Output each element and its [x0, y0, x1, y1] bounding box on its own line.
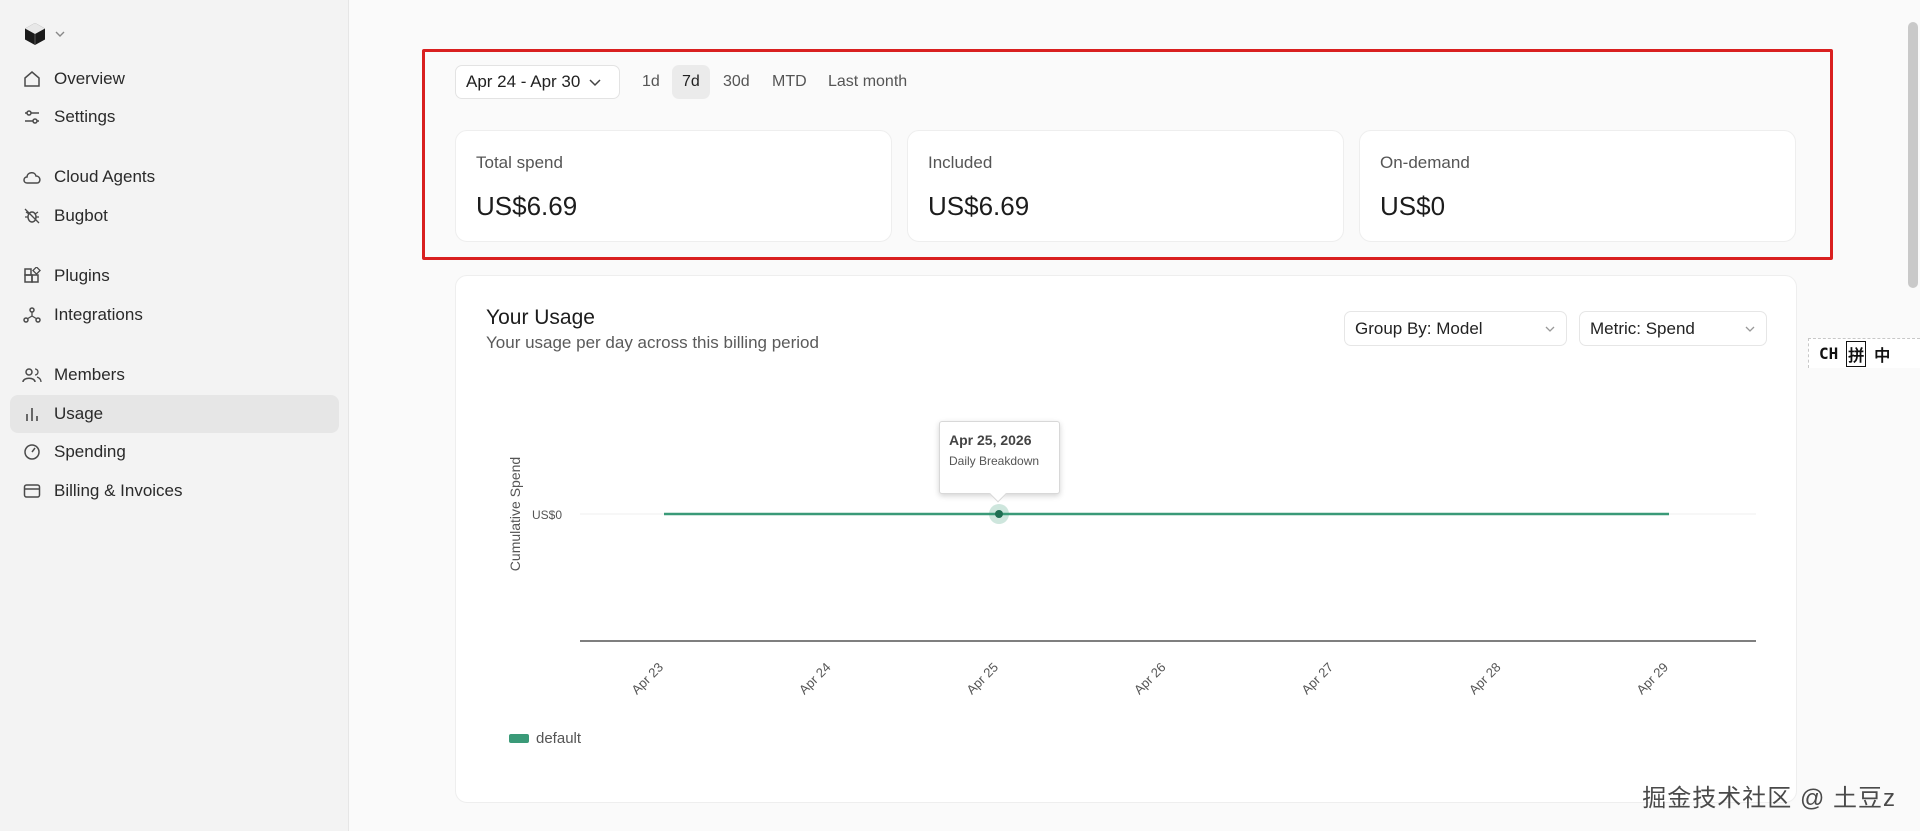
range-7d-button[interactable]: 7d [672, 65, 710, 99]
x-tick-label: Apr 29 [1633, 660, 1671, 698]
sidebar-item-bugbot[interactable]: Bugbot [10, 197, 339, 235]
ime-toolbar[interactable]: CH 拼 中 [1808, 338, 1920, 368]
sliders-icon [22, 107, 42, 127]
bar-chart-icon [22, 404, 42, 424]
watermark: 掘金技术社区 @ 土豆z [1642, 785, 1896, 812]
sidebar-item-label: Members [54, 365, 125, 384]
sidebar-item-label: Integrations [54, 305, 143, 324]
x-tick-label: Apr 23 [628, 660, 666, 698]
integrations-icon [22, 305, 42, 325]
workspace-switcher[interactable] [24, 22, 66, 46]
highlight-point[interactable] [995, 510, 1003, 518]
legend-label-default: default [536, 730, 582, 747]
chart-tooltip: Apr 25, 2026 Daily Breakdown [939, 421, 1060, 503]
sidebar-item-overview[interactable]: Overview [10, 60, 339, 98]
stat-label: On-demand [1380, 153, 1470, 172]
sidebar-item-label: Usage [54, 404, 104, 423]
included-card: Included US$6.69 [907, 130, 1344, 242]
legend-swatch-default [509, 734, 529, 743]
tooltip-date: Apr 25, 2026 [949, 432, 1032, 448]
sidebar-item-members[interactable]: Members [10, 356, 339, 394]
date-range-value: Apr 24 - Apr 30 [466, 72, 581, 91]
stat-label: Included [928, 153, 993, 172]
range-mtd-button[interactable]: MTD [762, 65, 817, 99]
usage-chart: Cumulative Spend US$0 Apr 23 Apr 24 Apr 25… [507, 457, 1756, 747]
sidebar-item-settings[interactable]: Settings [10, 98, 339, 136]
members-icon [22, 365, 42, 385]
sidebar-item-label: Plugins [54, 266, 110, 285]
sidebar-item-cloud-agents[interactable]: Cloud Agents [10, 158, 339, 196]
chevron-down-icon [55, 31, 65, 37]
stat-value: US$6.69 [476, 191, 578, 221]
sidebar-item-label: Bugbot [54, 206, 108, 225]
range-last-month-button[interactable]: Last month [818, 65, 917, 99]
usage-card: Your Usage Your usage per day across thi… [455, 275, 1797, 803]
sidebar-item-label: Spending [54, 442, 126, 461]
y-tick-label: US$0 [532, 508, 562, 522]
range-30d-button[interactable]: 30d [713, 65, 760, 99]
ime-mode[interactable]: CH [1819, 344, 1838, 363]
sidebar-item-label: Billing & Invoices [54, 481, 183, 500]
total-spend-card: Total spend US$6.69 [455, 130, 892, 242]
scrollbar[interactable] [1908, 22, 1918, 288]
x-tick-label: Apr 24 [796, 660, 834, 698]
gauge-icon [22, 442, 42, 462]
card-icon [22, 481, 42, 501]
bug-icon [22, 206, 42, 226]
date-range-select[interactable]: Apr 24 - Apr 30 [455, 65, 620, 99]
tooltip-subtitle: Daily Breakdown [949, 454, 1040, 468]
home-icon [22, 69, 42, 89]
sidebar-item-integrations[interactable]: Integrations [10, 296, 339, 334]
x-tick-label: Apr 25 [963, 660, 1001, 698]
cloud-icon [22, 167, 42, 187]
sidebar-item-label: Settings [54, 107, 116, 126]
y-axis-label: Cumulative Spend [507, 457, 523, 571]
sidebar: Overview Settings Cloud Agents Bugbot Pl… [0, 0, 349, 831]
stat-value: US$6.69 [928, 191, 1030, 221]
range-1d-button[interactable]: 1d [632, 65, 670, 99]
sidebar-item-label: Cloud Agents [54, 167, 156, 186]
on-demand-card: On-demand US$0 [1359, 130, 1796, 242]
cube-logo-icon [25, 23, 45, 45]
stat-label: Total spend [476, 153, 563, 172]
plugins-icon [22, 266, 42, 286]
ime-chinese[interactable]: 中 [1874, 342, 1890, 366]
chevron-down-icon [589, 79, 601, 87]
sidebar-item-billing[interactable]: Billing & Invoices [10, 472, 339, 510]
ime-pinyin[interactable]: 拼 [1846, 340, 1867, 367]
sidebar-item-spending[interactable]: Spending [10, 433, 339, 471]
sidebar-item-label: Overview [54, 69, 125, 88]
stat-value: US$0 [1380, 191, 1446, 221]
sidebar-item-usage[interactable]: Usage [10, 395, 339, 433]
sidebar-item-plugins[interactable]: Plugins [10, 257, 339, 295]
x-tick-label: Apr 26 [1131, 660, 1169, 698]
x-tick-label: Apr 28 [1466, 660, 1504, 698]
x-tick-label: Apr 27 [1298, 660, 1336, 698]
